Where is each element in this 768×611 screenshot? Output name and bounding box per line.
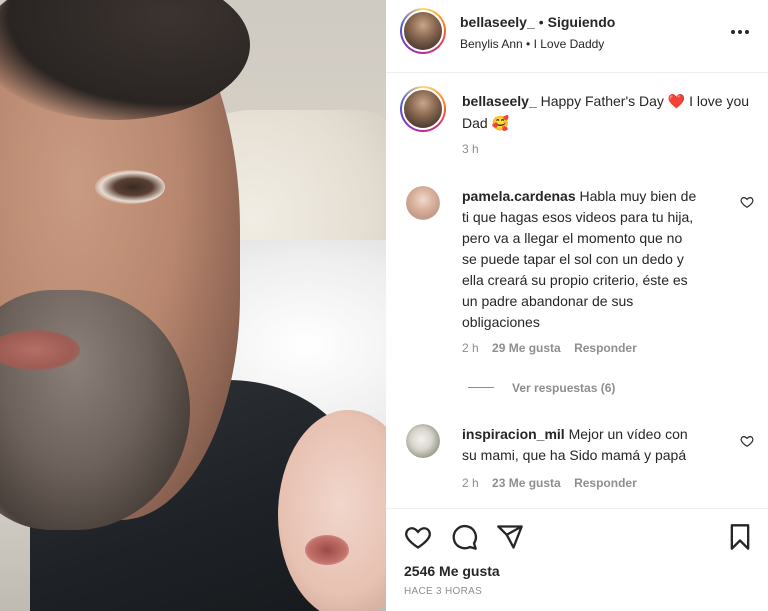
- comment-1-time: 2 h: [462, 341, 479, 355]
- comment-2-meta: 2 h 23 Me gusta Responder: [462, 476, 637, 490]
- comment-1-username[interactable]: pamela.cardenas: [462, 188, 576, 204]
- caption-time: 3 h: [462, 142, 479, 156]
- header-separator-dot: •: [538, 14, 544, 30]
- caption-heart-emoji: ❤️: [667, 94, 686, 110]
- likes-count[interactable]: 2546 Me gusta: [404, 563, 500, 579]
- comment-2-username[interactable]: inspiracion_mil: [462, 426, 565, 442]
- comment-1-body: pamela.cardenas Habla muy bien de ti que…: [462, 186, 732, 333]
- comment-1-avatar[interactable]: [406, 186, 440, 220]
- more-icon[interactable]: [728, 22, 752, 42]
- view-replies-line: [468, 387, 494, 388]
- caption-text: Happy Father's Day: [540, 93, 664, 109]
- post-time: HACE 3 HORAS: [404, 586, 483, 597]
- action-bar: [386, 520, 768, 554]
- header-username[interactable]: bellaseely_: [460, 14, 535, 30]
- header-user-line: bellaseely_ • Siguiendo: [460, 14, 615, 30]
- post-panel: bellaseely_ • Siguiendo Benylis Ann • I Lo…: [386, 0, 768, 611]
- share-icon[interactable]: [496, 523, 524, 551]
- post-media[interactable]: [0, 0, 386, 611]
- comment-1-line: Habla muy bien de: [579, 188, 697, 204]
- comment-2-likes[interactable]: 23 Me gusta: [492, 476, 561, 490]
- caption: bellaseely_ Happy Father's Day ❤️ I love…: [462, 91, 752, 135]
- comment-icon[interactable]: [450, 523, 478, 551]
- caption-username[interactable]: bellaseely_: [462, 93, 537, 109]
- caption-smile-emoji: 🥰: [491, 116, 510, 132]
- audio-label[interactable]: Benylis Ann • I Love Daddy: [460, 37, 604, 51]
- comment-1-line: un padre abandonar de sus: [462, 293, 634, 309]
- comment-2-line: Mejor un vídeo con: [568, 426, 688, 442]
- actions-divider: [386, 508, 768, 509]
- comment-1-meta: 2 h 29 Me gusta Responder: [462, 341, 637, 355]
- comment-2-avatar[interactable]: [406, 424, 440, 458]
- comment-1-line: obligaciones: [462, 314, 540, 330]
- header-avatar[interactable]: [400, 8, 446, 54]
- comment-1-line: ti que hagas esos videos para tu hija,: [462, 209, 694, 225]
- header-divider: [386, 72, 768, 73]
- media-baby-mouth: [305, 535, 349, 565]
- following-button[interactable]: Siguiendo: [548, 14, 616, 30]
- comment-1-like-icon[interactable]: [740, 195, 754, 209]
- view-replies-button[interactable]: Ver respuestas (6): [512, 381, 615, 395]
- like-icon[interactable]: [404, 523, 432, 551]
- comment-1-reply-button[interactable]: Responder: [574, 341, 637, 355]
- comment-2-line: su mami, que ha Sido mamá y papá: [462, 447, 687, 463]
- comment-2-time: 2 h: [462, 476, 479, 490]
- save-icon[interactable]: [726, 523, 754, 551]
- comment-2-body: inspiracion_mil Mejor un vídeo con su ma…: [462, 424, 732, 466]
- comment-1-line: ella creará su propio criterio, éste es: [462, 272, 688, 288]
- comment-2-reply-button[interactable]: Responder: [574, 476, 637, 490]
- comment-2-like-icon[interactable]: [740, 434, 754, 448]
- caption-avatar[interactable]: [400, 86, 446, 132]
- comment-1-likes[interactable]: 29 Me gusta: [492, 341, 561, 355]
- comment-1-line: se puede tapar el sol con un dedo y: [462, 251, 684, 267]
- comment-1-line: pero va a llegar el momento que no: [462, 230, 683, 246]
- media-eye: [95, 170, 165, 204]
